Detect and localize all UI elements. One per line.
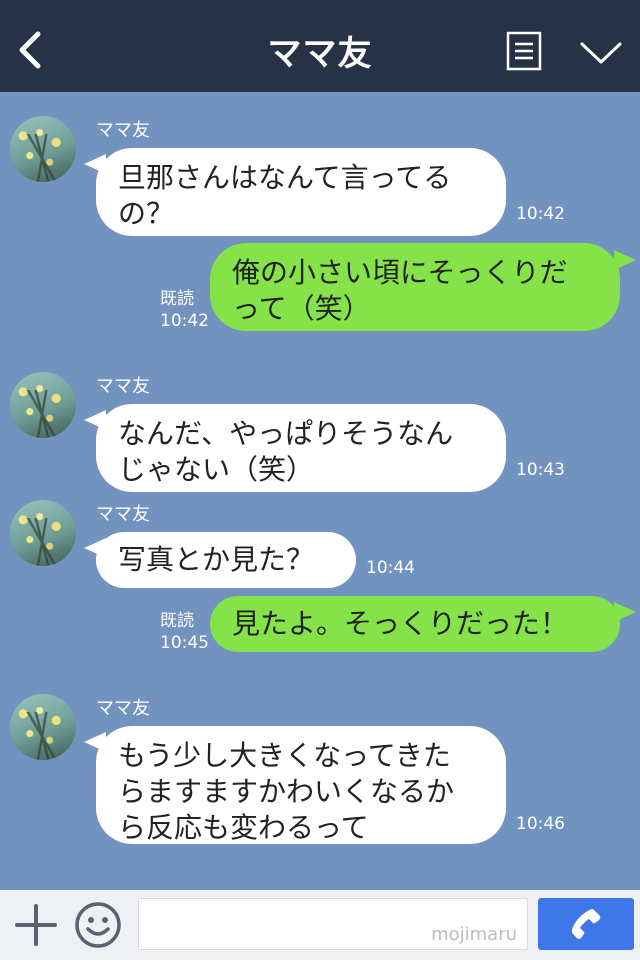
message-bubble-outgoing[interactable]: 見たよ。そっくりだった！ xyxy=(210,596,620,652)
phone-icon xyxy=(572,909,601,939)
message-line: もう少し大きくなってきた xyxy=(118,739,451,772)
message-line: らますますかわいくなるか xyxy=(118,775,455,808)
message-line: 俺の小さい頃にそっくりだ xyxy=(232,256,568,289)
message-line: って（笑） xyxy=(232,292,371,325)
message-bubble-outgoing[interactable]: 俺の小さい頃にそっくりだ って（笑） xyxy=(210,243,620,331)
message-bubble-incoming[interactable]: 写真とか見た？ xyxy=(96,532,356,588)
message-line: じゃない（笑） xyxy=(118,453,315,486)
read-receipt: 既読 10:42 xyxy=(160,288,209,332)
message-bubble-incoming[interactable]: もう少し大きくなってきた らますますかわいくなるか ら反応も変わるって xyxy=(96,726,506,844)
sender-name: ママ友 xyxy=(96,504,150,525)
avatar[interactable] xyxy=(10,500,76,566)
message-line: 見たよ。そっくりだった！ xyxy=(232,607,569,640)
read-label: 既読 xyxy=(160,611,194,631)
message-input[interactable]: mojimaru xyxy=(138,898,528,950)
sender-name: ママ友 xyxy=(96,376,150,397)
message-line: の？ xyxy=(118,197,175,230)
chevron-down-icon[interactable] xyxy=(580,40,622,66)
chat-header: ママ友 xyxy=(0,0,640,92)
message-time: 10:45 xyxy=(160,633,209,653)
sender-name: ママ友 xyxy=(96,698,150,719)
watermark: mojimaru xyxy=(431,924,517,945)
message-time: 10:44 xyxy=(366,558,415,578)
message-line: 写真とか見た？ xyxy=(118,543,315,576)
avatar[interactable] xyxy=(10,372,76,438)
message-line: ら反応も変わるって xyxy=(118,811,369,844)
plus-icon[interactable] xyxy=(14,903,58,947)
memo-icon[interactable] xyxy=(506,31,542,71)
chat-title: ママ友 xyxy=(267,34,373,74)
avatar[interactable] xyxy=(10,694,76,760)
read-receipt: 既読 10:45 xyxy=(160,610,209,654)
input-bar: mojimaru xyxy=(0,890,640,960)
bubble-tail xyxy=(614,250,636,270)
emoji-icon[interactable] xyxy=(74,901,122,949)
message-bubble-incoming[interactable]: 旦那さんはなんて言ってる の？ xyxy=(96,148,506,236)
call-button[interactable] xyxy=(538,898,634,950)
message-list[interactable]: ママ友 旦那さんはなんて言ってる の？ 10:42 既読 10:42 俺の小さい… xyxy=(0,92,640,890)
message-time: 10:43 xyxy=(516,460,565,480)
sender-name: ママ友 xyxy=(96,120,150,141)
message-time: 10:46 xyxy=(516,814,565,834)
read-label: 既読 xyxy=(160,289,194,309)
message-line: 旦那さんはなんて言ってる xyxy=(118,161,452,194)
bubble-tail xyxy=(614,602,636,622)
message-time: 10:42 xyxy=(516,204,565,224)
message-line: なんだ、やっぱりそうなん xyxy=(118,417,454,450)
avatar[interactable] xyxy=(10,116,76,182)
message-bubble-incoming[interactable]: なんだ、やっぱりそうなん じゃない（笑） xyxy=(96,404,506,492)
message-time: 10:42 xyxy=(160,311,209,331)
